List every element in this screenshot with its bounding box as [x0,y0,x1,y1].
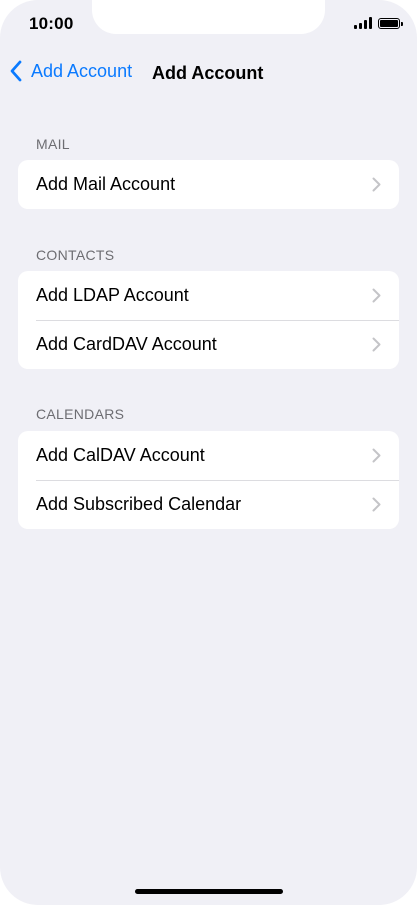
list-item-label: Add CalDAV Account [36,445,205,465]
section-group-contacts: Add LDAP Account Add CardDAV Account [18,271,399,369]
section-header-contacts: CONTACTS [36,247,115,263]
chevron-right-icon [372,288,381,303]
cellular-signal-icon [354,17,372,29]
list-item-label: Add Mail Account [36,174,176,194]
list-item-add-caldav-account[interactable]: Add CalDAV Account [18,431,399,480]
page-title: Add Account [152,63,264,83]
chevron-right-icon [372,448,381,463]
chevron-right-icon [372,337,381,352]
section-header-calendars: CALENDARS [36,406,125,422]
back-button-label: Add Account [31,60,133,81]
home-indicator[interactable] [135,889,283,894]
back-button[interactable]: Add Account [9,60,132,82]
list-item-add-mail-account[interactable]: Add Mail Account [18,160,399,209]
chevron-right-icon [372,497,381,512]
list-item-add-subscribed-calendar[interactable]: Add Subscribed Calendar [18,480,399,529]
status-icons [354,17,403,29]
chevron-right-icon [372,177,381,192]
list-item-label: Add Subscribed Calendar [36,494,242,514]
section-group-calendars: Add CalDAV Account Add Subscribed Calend… [18,431,399,529]
navigation-bar: Add Account Add Account [0,56,417,92]
section-header-mail: MAIL [36,136,70,152]
settings-screen: 10:00 Add Account Add Account MAIL Add M… [0,0,417,905]
notch [92,0,325,34]
status-time: 10:00 [29,14,74,33]
list-item-add-ldap-account[interactable]: Add LDAP Account [18,271,399,320]
section-group-mail: Add Mail Account [18,160,399,209]
list-item-label: Add CardDAV Account [36,334,217,354]
list-item-label: Add LDAP Account [36,285,189,305]
list-item-add-carddav-account[interactable]: Add CardDAV Account [18,320,399,369]
chevron-left-icon [10,60,22,82]
battery-full-icon [378,17,403,29]
status-bar: 10:00 [0,0,417,50]
